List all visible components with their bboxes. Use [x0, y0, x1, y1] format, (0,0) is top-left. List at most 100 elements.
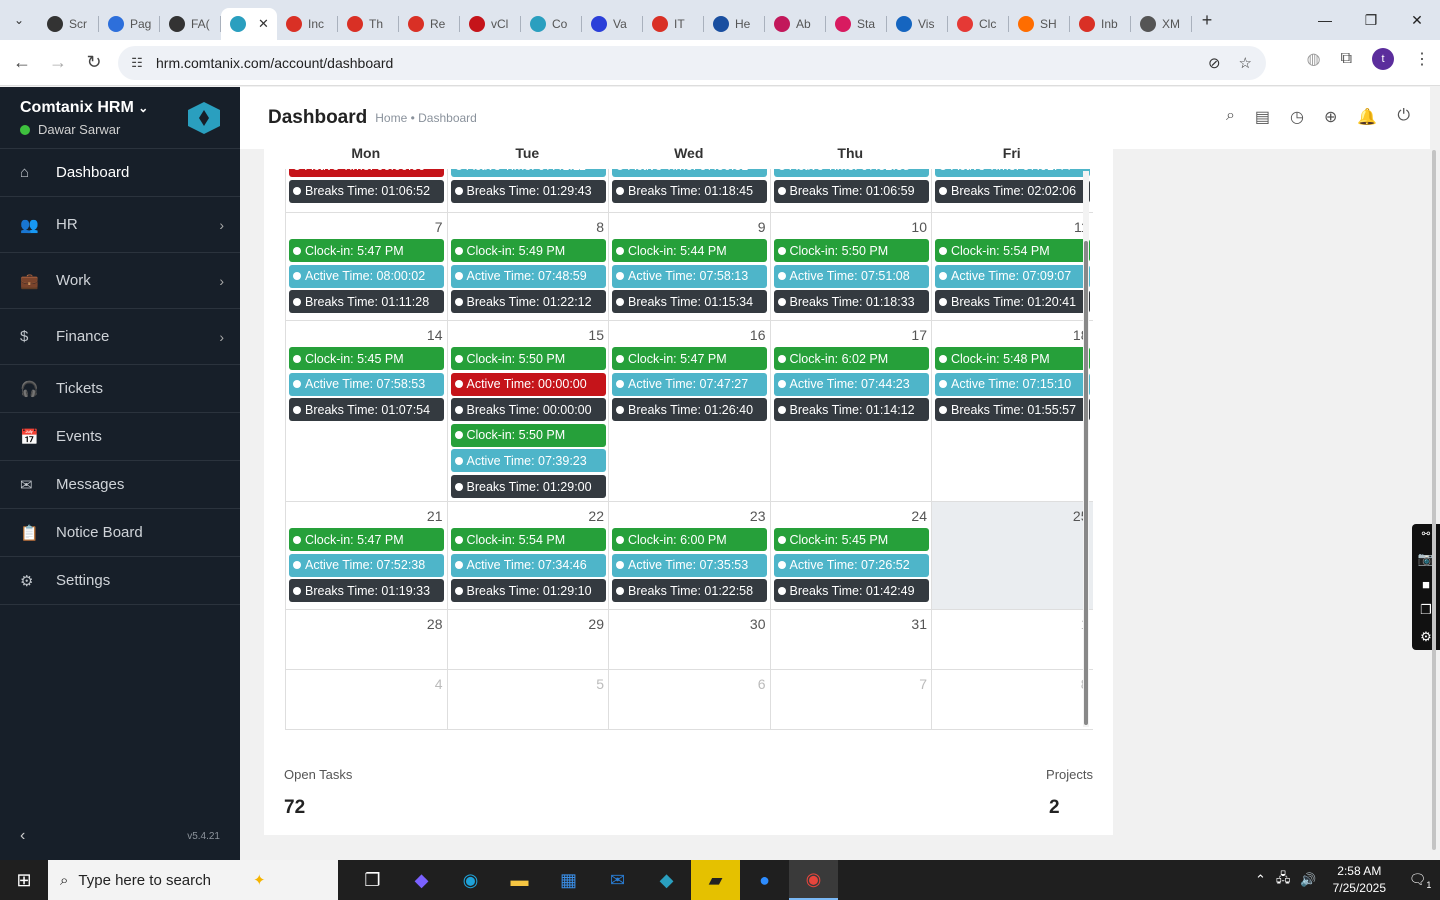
attendance-event[interactable]: Breaks Time: 01:18:45: [612, 179, 767, 203]
sidebar-item-settings[interactable]: ⚙ Settings: [0, 557, 240, 605]
power-icon[interactable]: ⏻: [1397, 107, 1410, 127]
attendance-event[interactable]: Active Time: 07:09:07: [935, 264, 1090, 288]
attendance-event[interactable]: Clock-in: 5:54 PM: [450, 528, 606, 551]
browser-tab[interactable]: Sta: [826, 8, 887, 40]
browser-tab[interactable]: Vis: [887, 8, 948, 40]
url-text[interactable]: hrm.comtanix.com/account/dashboard: [156, 55, 393, 71]
calendar-day-cell[interactable]: 8 Clock-in: 5:49 PM Active Time: 07:48:59 B…: [446, 213, 608, 321]
translate-icon[interactable]: ◍: [1307, 49, 1321, 69]
add-circle-icon[interactable]: ⊕: [1324, 107, 1337, 127]
sticky-note-icon[interactable]: ▤: [1255, 107, 1270, 127]
attendance-event[interactable]: Breaks Time: 01:42:49: [773, 579, 929, 603]
attendance-event[interactable]: Breaks Time: 01:29:43: [450, 179, 606, 203]
attendance-event[interactable]: Clock-in: 5:47 PM: [612, 347, 767, 370]
calendar-day-cell[interactable]: 21 Clock-in: 5:47 PM Active Time: 07:52:38…: [285, 502, 447, 610]
site-info-icon[interactable]: ☷: [118, 55, 156, 71]
copilot-icon[interactable]: ◆: [397, 860, 446, 900]
browser-tab[interactable]: IT: [643, 8, 704, 40]
calendar-day-cell[interactable]: 23 Clock-in: 6:00 PM Active Time: 07:35:53…: [608, 502, 770, 610]
attendance-event[interactable]: Breaks Time: 01:55:57: [935, 398, 1090, 422]
browser-tab[interactable]: Clc: [948, 8, 1009, 40]
attendance-event[interactable]: Breaks Time: 01:20:41: [935, 290, 1090, 314]
sidebar-item-notice-board[interactable]: 📋 Notice Board: [0, 509, 240, 557]
forward-button[interactable]: →: [40, 52, 76, 73]
calendar-day-cell[interactable]: 10 Clock-in: 5:50 PM Active Time: 07:51:08…: [769, 213, 931, 321]
attendance-event[interactable]: Active Time: 00:00:00: [289, 169, 444, 177]
collapse-sidebar-icon[interactable]: ‹: [20, 827, 25, 845]
attendance-event[interactable]: Breaks Time: 01:19:33: [289, 579, 444, 603]
attendance-event[interactable]: Active Time: 07:41:11: [450, 169, 606, 177]
browser-tab[interactable]: Va: [582, 8, 643, 40]
search-icon[interactable]: ⌕: [1226, 107, 1235, 127]
browser-tab[interactable]: Scr: [38, 8, 99, 40]
omnibox[interactable]: ☷ hrm.comtanix.com/account/dashboard ⊘ ☆: [118, 46, 1266, 80]
sticky-notes-icon[interactable]: ▰: [691, 860, 740, 900]
sidebar-item-finance[interactable]: $ Finance ›: [0, 309, 240, 365]
attendance-event[interactable]: Breaks Time: 01:06:59: [773, 179, 929, 203]
attendance-event[interactable]: Active Time: 07:52:38: [773, 169, 929, 177]
attendance-event[interactable]: Clock-in: 5:45 PM: [773, 528, 929, 551]
calendar-day-cell[interactable]: 9 Clock-in: 5:44 PM Active Time: 07:58:13 B…: [608, 213, 770, 321]
page-scrollbar[interactable]: [1432, 150, 1438, 850]
windows-start-icon[interactable]: ⊞: [0, 870, 48, 891]
attendance-event[interactable]: Breaks Time: 02:02:06: [935, 179, 1090, 203]
chevron-down-icon[interactable]: ⌄: [138, 101, 148, 115]
calendar-day-cell[interactable]: 24 Clock-in: 5:45 PM Active Time: 07:26:52…: [769, 502, 931, 610]
attendance-event[interactable]: Active Time: 07:58:53: [289, 372, 444, 396]
calendar-day-cell[interactable]: 29: [446, 610, 608, 670]
attendance-event[interactable]: Active Time: 07:58:13: [612, 264, 767, 288]
network-icon[interactable]: 🖧: [1276, 869, 1291, 891]
attendance-event[interactable]: Breaks Time: 01:22:58: [612, 579, 767, 603]
calendar-day-cell[interactable]: Active Time: 07:50:31 Breaks Time: 01:18:…: [608, 169, 770, 213]
attendance-event[interactable]: Active Time: 07:01:44: [935, 169, 1090, 177]
calendar-day-cell[interactable]: 15 Clock-in: 5:50 PM Active Time: 00:00:00…: [446, 321, 608, 502]
calendar-day-cell[interactable]: 11 Clock-in: 5:54 PM Active Time: 07:09:07…: [931, 213, 1093, 321]
attendance-event[interactable]: Active Time: 08:00:02: [289, 264, 444, 288]
attendance-event[interactable]: Active Time: 07:35:53: [612, 553, 767, 577]
attendance-event[interactable]: Clock-in: 5:49 PM: [450, 239, 606, 262]
attendance-event[interactable]: Breaks Time: 01:07:54: [289, 398, 444, 422]
mail-icon[interactable]: ✉: [593, 860, 642, 900]
attendance-event[interactable]: Active Time: 07:52:38: [289, 553, 444, 577]
attendance-event[interactable]: Active Time: 07:39:23: [450, 449, 606, 473]
attendance-event[interactable]: Breaks Time: 01:15:34: [612, 290, 767, 314]
browser-tab[interactable]: Inb: [1070, 8, 1131, 40]
minimize-button[interactable]: —: [1302, 0, 1348, 40]
attendance-event[interactable]: Clock-in: 5:50 PM: [450, 347, 606, 370]
close-window-button[interactable]: ✕: [1394, 0, 1440, 40]
volume-icon[interactable]: 🔊: [1300, 872, 1316, 888]
browser-tab[interactable]: Pag: [99, 8, 160, 40]
attendance-event[interactable]: Clock-in: 6:00 PM: [612, 528, 767, 551]
attendance-event[interactable]: Breaks Time: 01:22:12: [450, 290, 606, 314]
browser-tab[interactable]: Re: [399, 8, 460, 40]
browser-tab[interactable]: ✕: [221, 8, 277, 40]
taskbar-search[interactable]: ⌕ Type here to search ✦: [48, 860, 338, 900]
attendance-event[interactable]: Clock-in: 5:50 PM: [773, 239, 929, 262]
notifications-icon[interactable]: 🗨1: [1400, 871, 1440, 890]
breadcrumb[interactable]: Home • Dashboard: [375, 111, 477, 125]
attendance-event[interactable]: Clock-in: 6:02 PM: [773, 347, 929, 370]
calendar-day-cell[interactable]: Active Time: 00:00:00 Breaks Time: 01:06:…: [285, 169, 447, 213]
attendance-event[interactable]: Active Time: 07:50:31: [612, 169, 767, 177]
sidebar-item-messages[interactable]: ✉ Messages: [0, 461, 240, 509]
projects-value[interactable]: 2: [1049, 797, 1060, 819]
calendar-scrollbar[interactable]: [1083, 171, 1089, 727]
attendance-event[interactable]: Clock-in: 5:47 PM: [289, 528, 444, 551]
restore-button[interactable]: ❐: [1348, 0, 1394, 40]
task-view-icon[interactable]: ❐: [348, 860, 397, 900]
profile-avatar[interactable]: t: [1372, 48, 1394, 70]
attendance-event[interactable]: Active Time: 07:51:08: [773, 264, 929, 288]
attendance-event[interactable]: Breaks Time: 01:14:12: [773, 398, 929, 422]
extensions-icon[interactable]: ⧉: [1341, 50, 1352, 68]
sidebar-item-tickets[interactable]: 🎧 Tickets: [0, 365, 240, 413]
attendance-event[interactable]: Breaks Time: 01:06:52: [289, 179, 444, 203]
page-scrollbar-thumb[interactable]: [1432, 150, 1436, 850]
browser-tab[interactable]: FA(: [160, 8, 221, 40]
copy-icon[interactable]: ❐: [1420, 602, 1432, 618]
reload-button[interactable]: ↻: [76, 52, 112, 73]
zoom-icon[interactable]: ●: [740, 860, 789, 900]
comtanix-app-icon[interactable]: ◆: [642, 860, 691, 900]
attendance-event[interactable]: Active Time: 07:47:27: [612, 372, 767, 396]
calendar-day-cell[interactable]: 18 Clock-in: 5:48 PM Active Time: 07:15:10…: [931, 321, 1093, 502]
clock-icon[interactable]: ◷: [1290, 107, 1304, 127]
